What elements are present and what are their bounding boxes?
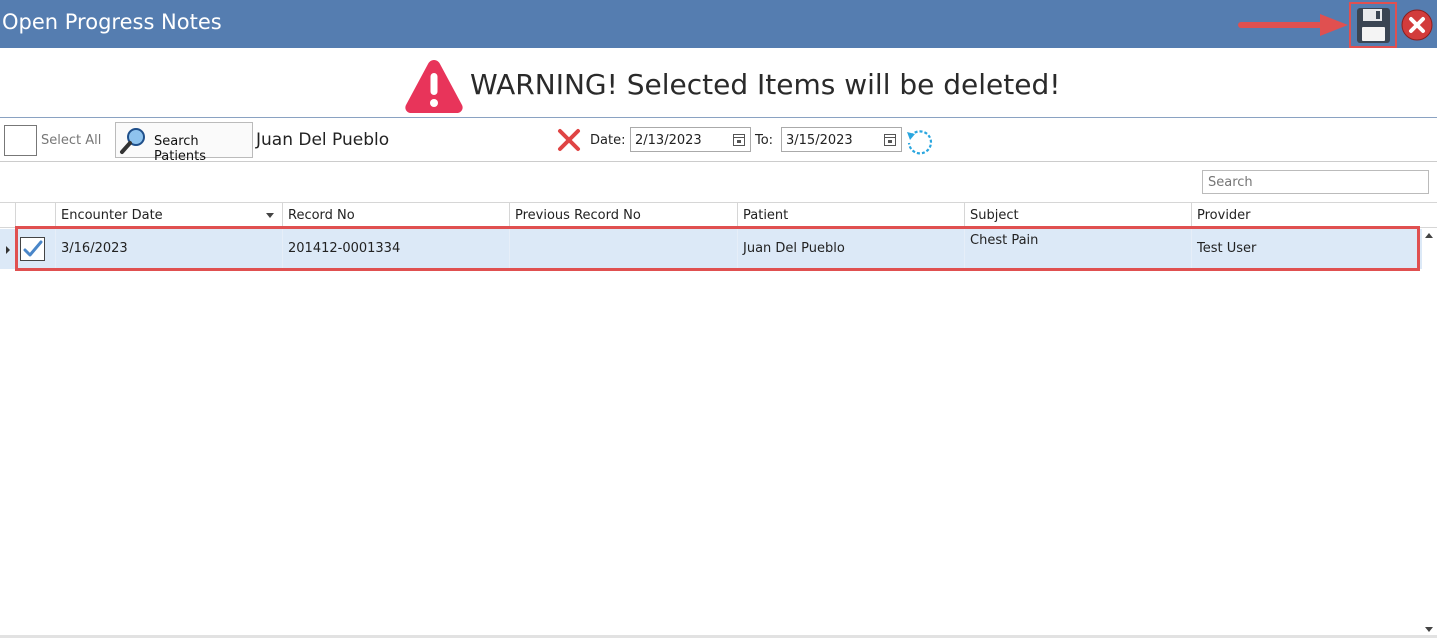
header-subject[interactable]: Subject [964,203,1191,227]
warning-message: WARNING! Selected Items will be deleted! [470,68,1061,101]
vertical-scrollbar[interactable] [1422,228,1437,637]
warning-banner: WARNING! Selected Items will be deleted! [0,54,1437,118]
date-to-value: 3/15/2023 [786,133,853,148]
title-bar: Open Progress Notes [0,0,1437,48]
annotation-highlight-box [15,226,1420,271]
header-previous-record-no[interactable]: Previous Record No [509,203,737,227]
sort-desc-icon[interactable] [266,213,274,218]
filter-toolbar: Select All Search Patients Juan Del Pueb… [0,120,1437,164]
date-label: Date: [590,133,626,148]
header-patient[interactable]: Patient [737,203,964,227]
grid-search-input[interactable] [1202,170,1429,194]
current-row-indicator-icon [6,246,10,254]
header-record-no[interactable]: Record No [282,203,509,227]
clear-filter-icon[interactable] [557,128,581,152]
close-icon[interactable] [1400,8,1434,42]
scroll-up-icon[interactable] [1425,233,1433,238]
scroll-down-icon[interactable] [1425,627,1433,632]
header-provider[interactable]: Provider [1191,203,1422,227]
refresh-icon[interactable] [905,127,933,155]
to-label: To: [755,133,774,148]
date-from-picker[interactable]: 2/13/2023 [630,127,751,152]
header-encounter-date[interactable]: Encounter Date [55,203,282,227]
select-all-label[interactable]: Select All [41,133,101,148]
date-from-value: 2/13/2023 [635,133,702,148]
selected-patient-name: Juan Del Pueblo [256,130,390,150]
grid-header: Encounter Date Record No Previous Record… [0,202,1437,228]
annotation-arrow-icon [1238,14,1348,36]
save-button[interactable] [1349,2,1397,48]
date-to-picker[interactable]: 3/15/2023 [781,127,902,152]
search-patients-label: Search Patients [154,134,207,164]
select-all-checkbox[interactable] [4,125,37,156]
progress-notes-grid: Encounter Date Record No Previous Record… [0,161,1437,637]
calendar-icon[interactable] [884,134,896,146]
header-check-column[interactable] [15,203,55,227]
search-patients-button[interactable]: Search Patients [115,122,253,164]
warning-triangle-icon [405,60,463,113]
magnifier-icon [120,128,145,154]
floppy-disk-icon [1357,8,1390,43]
calendar-icon[interactable] [733,134,745,146]
window-title: Open Progress Notes [2,10,222,34]
